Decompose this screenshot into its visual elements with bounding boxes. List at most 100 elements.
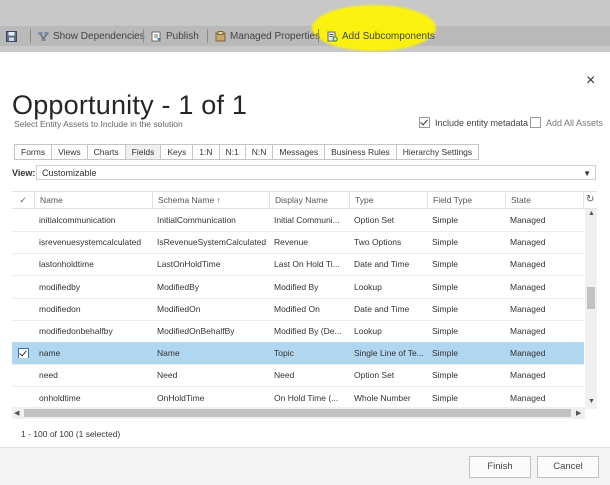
tab-fields[interactable]: Fields [125, 144, 162, 160]
cell-field-type: Simple [432, 281, 458, 292]
table-row[interactable]: lastonholdtime LastOnHoldTime Last On Hold… [12, 253, 584, 277]
tab-keys[interactable]: Keys [161, 144, 194, 160]
cell-type: Option Set [354, 215, 395, 225]
cell-field-type: Simple [432, 326, 458, 336]
add-all-assets-option[interactable]: Add All Assets [530, 117, 603, 128]
cell-display: Modified By [274, 281, 319, 292]
add-subcomponents-button[interactable]: Add Subcomponents [327, 28, 435, 44]
add-subcomponents-icon [327, 31, 338, 42]
column-header-name[interactable]: Name [34, 192, 152, 208]
cell-field-type: Simple [432, 370, 458, 381]
publish-button[interactable]: Publish [151, 28, 199, 44]
cell-field-type: Simple [432, 303, 458, 314]
column-header-schema-name[interactable]: Schema Name ↑ [152, 192, 269, 208]
cancel-button[interactable]: Cancel [537, 456, 599, 478]
cell-schema: InitialCommunication [157, 215, 236, 225]
tab-hierarchy-settings[interactable]: Hierarchy Settings [396, 144, 480, 160]
table-row[interactable]: initialcommunication InitialCommunication… [12, 209, 584, 232]
tab-views[interactable]: Views [52, 144, 88, 160]
tab-charts[interactable]: Charts [87, 144, 126, 160]
tab-n1[interactable]: N:1 [219, 144, 246, 160]
publish-icon [151, 31, 162, 42]
table-row[interactable]: name Name Topic Single Line of Te... Simple M… [12, 342, 584, 366]
tab-1n[interactable]: 1:N [193, 144, 220, 160]
cell-field-type: Simple [432, 215, 458, 225]
save-button[interactable] [6, 28, 17, 44]
cell-name: modifiedon [39, 303, 81, 314]
cell-state: Managed [510, 326, 546, 336]
chevron-down-icon: ▼ [583, 169, 591, 178]
column-header-field-type[interactable]: Field Type [427, 192, 505, 208]
cell-type: Option Set [354, 370, 395, 381]
view-select[interactable]: Customizable ▼ [36, 165, 596, 180]
cell-display: Initial Communi... [274, 215, 340, 225]
show-dependencies-button[interactable]: Show Dependencies [38, 28, 145, 44]
managed-properties-icon [215, 30, 226, 42]
table-row[interactable]: modifiedon ModifiedOn Modified On Date and … [12, 298, 584, 321]
tab-forms[interactable]: Forms [14, 144, 53, 160]
cell-name: modifiedby [39, 281, 81, 292]
toolbar-separator [207, 29, 208, 43]
view-label: View: [12, 168, 36, 178]
add-all-assets-checkbox[interactable] [530, 117, 541, 128]
table-row[interactable]: isrevenuesystemcalculated IsRevenueSystem… [12, 231, 584, 255]
include-metadata-option[interactable]: Include entity metadata [419, 117, 528, 128]
add-subcomponents-label: Add Subcomponents [342, 30, 435, 42]
cell-display: Topic [274, 348, 294, 359]
cell-state: Managed [510, 215, 546, 225]
column-header-display-name[interactable]: Display Name [269, 192, 349, 208]
toolbar-separator [143, 29, 144, 43]
asset-tabs: Forms Views Charts Fields Keys 1:N N:1 N… [14, 144, 480, 160]
tab-messages[interactable]: Messages [273, 144, 326, 160]
column-header-state[interactable]: State [505, 192, 583, 208]
cell-name: onholdtime [39, 392, 81, 403]
cell-state: Managed [510, 392, 546, 403]
publish-label: Publish [166, 30, 199, 42]
cell-display: Modified On [274, 303, 320, 314]
cell-schema: Need [157, 370, 178, 381]
managed-properties-button[interactable]: Managed Properties [215, 28, 320, 44]
refresh-icon[interactable]: ↻ [583, 192, 597, 208]
cell-display: Last On Hold Ti... [274, 259, 340, 270]
scroll-down-icon[interactable]: ▼ [588, 398, 595, 405]
select-all-check-icon[interactable]: ✓ [12, 192, 34, 208]
cell-state: Managed [510, 259, 546, 270]
finish-button[interactable]: Finish [469, 456, 531, 478]
horizontal-scroll-thumb[interactable] [24, 409, 571, 417]
cell-name: modifiedonbehalfby [39, 326, 113, 336]
close-button[interactable]: × [586, 72, 595, 90]
show-dependencies-label: Show Dependencies [53, 30, 145, 42]
cell-type: Two Options [354, 237, 402, 248]
vertical-scroll-thumb[interactable] [587, 287, 595, 309]
cell-schema: LastOnHoldTime [157, 259, 221, 270]
tab-nn[interactable]: N:N [245, 144, 274, 160]
row-checkbox[interactable] [18, 348, 29, 359]
cell-state: Managed [510, 348, 546, 359]
cell-display: On Hold Time (... [274, 392, 339, 403]
cell-field-type: Simple [432, 392, 458, 403]
cell-type: Lookup [354, 326, 382, 336]
scroll-right-icon[interactable]: ▶ [576, 409, 581, 417]
table-row[interactable]: modifiedby ModifiedBy Modified By Lookup Sim… [12, 276, 584, 299]
managed-properties-label: Managed Properties [230, 30, 321, 42]
tab-business-rules[interactable]: Business Rules [325, 144, 397, 160]
cell-type: Lookup [354, 281, 382, 292]
include-metadata-checkbox[interactable] [419, 117, 430, 128]
command-bar [0, 0, 610, 52]
cell-schema: ModifiedBy [157, 281, 200, 292]
toolbar-separator [318, 29, 319, 43]
table-row[interactable]: modifiedonbehalfby ModifiedOnBehalfBy Modi… [12, 320, 584, 343]
cell-name: name [39, 348, 61, 359]
scroll-left-icon[interactable]: ◀ [14, 409, 19, 417]
cell-field-type: Simple [432, 348, 458, 359]
cell-state: Managed [510, 237, 546, 248]
scroll-up-icon[interactable]: ▲ [588, 210, 595, 217]
cell-type: Date and Time [354, 303, 410, 314]
table-row[interactable]: need Need Need Option Set Simple Managed [12, 364, 584, 388]
cell-state: Managed [510, 303, 546, 314]
cell-type: Single Line of Te... [354, 348, 424, 359]
column-header-type[interactable]: Type [349, 192, 427, 208]
vertical-scrollbar[interactable] [585, 209, 597, 409]
cell-name: isrevenuesystemcalculated [39, 237, 142, 248]
add-all-assets-label: Add All Assets [546, 117, 604, 128]
